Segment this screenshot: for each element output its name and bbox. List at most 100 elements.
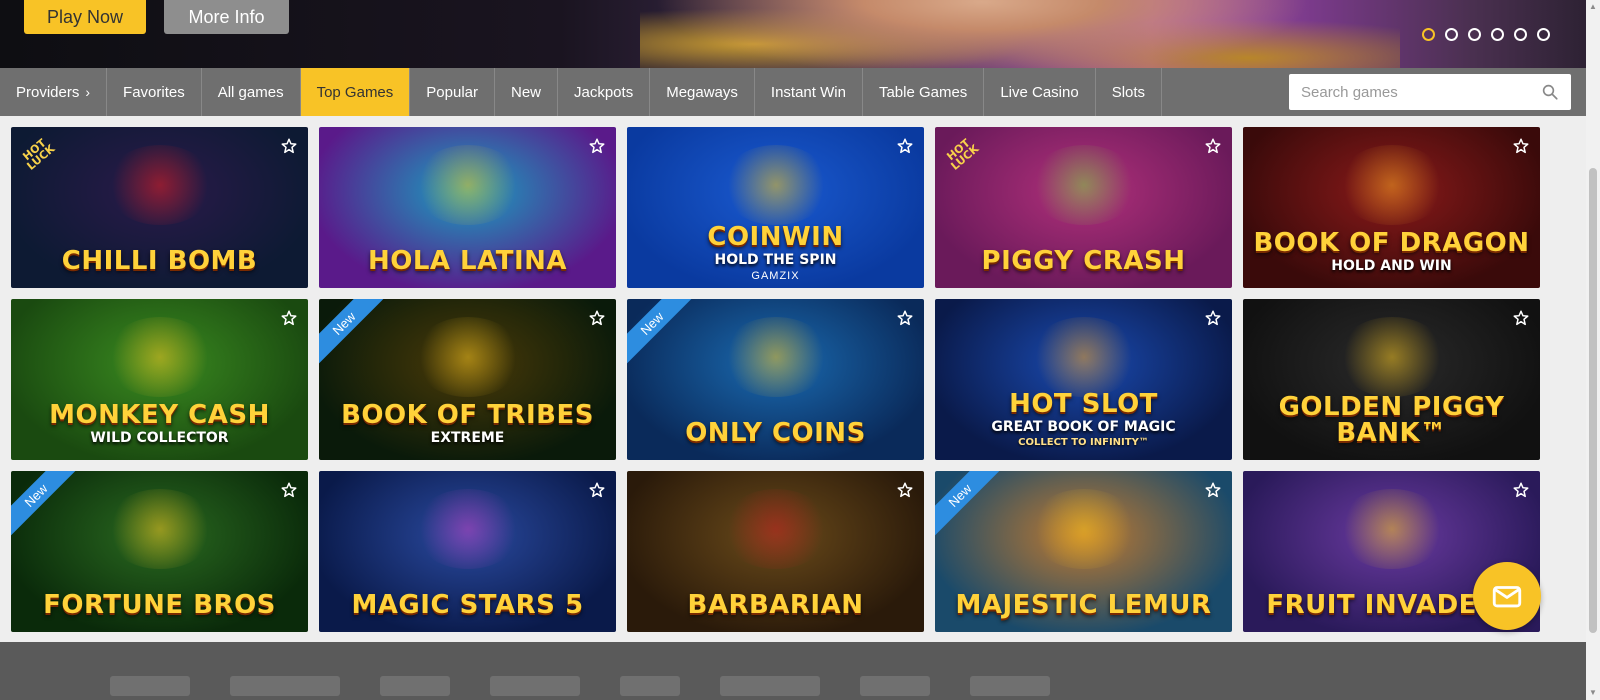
game-tile[interactable]: CHILLI BOMB HOT LUCK (11, 127, 308, 288)
game-title: Only COINS (685, 418, 866, 448)
game-artwork (720, 317, 831, 397)
favorite-star-icon[interactable] (1512, 481, 1530, 499)
payment-logo (620, 676, 680, 696)
favorite-star-icon[interactable] (1204, 137, 1222, 155)
favorite-star-icon[interactable] (1204, 481, 1222, 499)
game-tile[interactable]: MAJESTIC LEMUR New (935, 471, 1232, 632)
game-artwork (720, 145, 831, 225)
hot-luck-badge: HOT LUCK (944, 136, 982, 173)
game-title: FORTUNE BROS (43, 590, 276, 620)
game-tile[interactable]: BOOK of DRAGON HOLD AND WIN (1243, 127, 1540, 288)
game-artwork (104, 145, 215, 225)
carousel-dot[interactable] (1445, 28, 1458, 41)
payment-logo (490, 676, 580, 696)
scrollbar-thumb[interactable] (1589, 168, 1597, 633)
search-icon[interactable] (1541, 83, 1559, 101)
new-ribbon: New (11, 471, 83, 542)
contact-button[interactable] (1473, 562, 1541, 630)
nav-tab-label: Favorites (123, 83, 185, 101)
game-tile[interactable]: GOLDEN PIGGY BANK™ (1243, 299, 1540, 460)
payment-logo (970, 676, 1050, 696)
game-title: BOOK of DRAGON (1253, 228, 1530, 258)
favorite-star-icon[interactable] (1512, 137, 1530, 155)
nav-tab-label: Table Games (878, 83, 968, 101)
hero-banner: Play Now More Info (0, 0, 1600, 68)
nav-tab-new[interactable]: New (495, 68, 558, 116)
search-input[interactable] (1301, 83, 1541, 101)
game-subtitle: WILD COLLECTOR (90, 430, 229, 446)
game-artwork (1336, 489, 1447, 569)
game-title: Magic Stars 5 (351, 590, 584, 620)
hero-artwork (640, 0, 1400, 68)
game-tile[interactable]: FORTUNE BROS New (11, 471, 308, 632)
carousel-dot[interactable] (1537, 28, 1550, 41)
play-now-button[interactable]: Play Now (24, 0, 146, 34)
favorite-star-icon[interactable] (896, 481, 914, 499)
more-info-button[interactable]: More Info (164, 0, 289, 34)
game-artwork (720, 489, 831, 569)
game-artwork (412, 489, 523, 569)
favorite-star-icon[interactable] (1204, 309, 1222, 327)
favorite-star-icon[interactable] (588, 481, 606, 499)
nav-tab-popular[interactable]: Popular (410, 68, 495, 116)
nav-tab-megaways[interactable]: Megaways (650, 68, 755, 116)
nav-tab-label: Slots (1111, 83, 1146, 101)
game-title: HOT SLOT (1009, 389, 1158, 419)
game-tile[interactable]: Only COINS New (627, 299, 924, 460)
payment-logo (860, 676, 930, 696)
game-tile[interactable]: COINWIN HOLD THE SPIN GAMZIX (627, 127, 924, 288)
nav-tab-label: Megaways (666, 83, 738, 101)
nav-tab-favorites[interactable]: Favorites (107, 68, 202, 116)
game-tile[interactable]: PIGGY CRASH HOT LUCK (935, 127, 1232, 288)
favorite-star-icon[interactable] (280, 137, 298, 155)
game-title: HOLA Latina (367, 246, 568, 276)
favorite-star-icon[interactable] (280, 309, 298, 327)
game-tile[interactable]: HOLA Latina (319, 127, 616, 288)
game-tile[interactable]: Magic Stars 5 (319, 471, 616, 632)
game-tagline: COLLECT TO INFINITY™ (1018, 437, 1149, 448)
payment-logo (380, 676, 450, 696)
favorite-star-icon[interactable] (588, 309, 606, 327)
nav-tab-label: Popular (426, 83, 478, 101)
nav-tab-label: Top Games (316, 83, 394, 101)
favorite-star-icon[interactable] (588, 137, 606, 155)
game-title: BOOK OF TRIBES (341, 400, 594, 430)
favorite-star-icon[interactable] (280, 481, 298, 499)
games-grid: CHILLI BOMB HOT LUCK HOLA Latina COINWIN HOL… (11, 127, 1541, 632)
game-artwork (1028, 489, 1139, 569)
game-subtitle: EXTREME (430, 430, 505, 446)
nav-tab-slots[interactable]: Slots (1096, 68, 1163, 116)
new-ribbon: New (319, 299, 391, 370)
search-box[interactable] (1289, 74, 1571, 110)
game-subtitle: GREAT BOOK OF MAGIC (991, 419, 1176, 435)
nav-tab-instant-win[interactable]: Instant Win (755, 68, 863, 116)
nav-tab-table-games[interactable]: Table Games (863, 68, 985, 116)
carousel-dot[interactable] (1422, 28, 1435, 41)
game-tile[interactable]: HOT SLOT GREAT BOOK OF MAGIC COLLECT TO IN… (935, 299, 1232, 460)
game-title: GOLDEN PIGGY BANK™ (1278, 392, 1505, 448)
nav-tab-jackpots[interactable]: Jackpots (558, 68, 651, 116)
nav-tab-all-games[interactable]: All games (202, 68, 301, 116)
mail-icon (1492, 586, 1522, 608)
carousel-dot[interactable] (1514, 28, 1527, 41)
nav-tab-live-casino[interactable]: Live Casino (984, 68, 1096, 116)
game-artwork (104, 489, 215, 569)
hot-luck-badge: HOT LUCK (20, 136, 58, 173)
nav-tab-label: Providers (16, 83, 80, 101)
favorite-star-icon[interactable] (896, 137, 914, 155)
game-tile[interactable]: BARBARIAN (627, 471, 924, 632)
page-scrollbar[interactable]: ▲ ▼ (1586, 0, 1600, 700)
game-tile[interactable]: BOOK OF TRIBES EXTREME New (319, 299, 616, 460)
game-artwork (412, 317, 523, 397)
nav-tab-providers[interactable]: Providers › (0, 68, 108, 116)
footer (0, 642, 1586, 700)
scroll-up-arrow[interactable]: ▲ (1586, 0, 1600, 14)
favorite-star-icon[interactable] (1512, 309, 1530, 327)
favorite-star-icon[interactable] (896, 309, 914, 327)
nav-tab-top-games[interactable]: Top Games (300, 68, 411, 116)
carousel-dot[interactable] (1491, 28, 1504, 41)
scroll-down-arrow[interactable]: ▼ (1586, 686, 1600, 700)
carousel-dot[interactable] (1468, 28, 1481, 41)
game-tile[interactable]: MONKEY CASH WILD COLLECTOR (11, 299, 308, 460)
game-category-nav: Providers › Favorites All games Top Games Pop… (0, 68, 1586, 116)
